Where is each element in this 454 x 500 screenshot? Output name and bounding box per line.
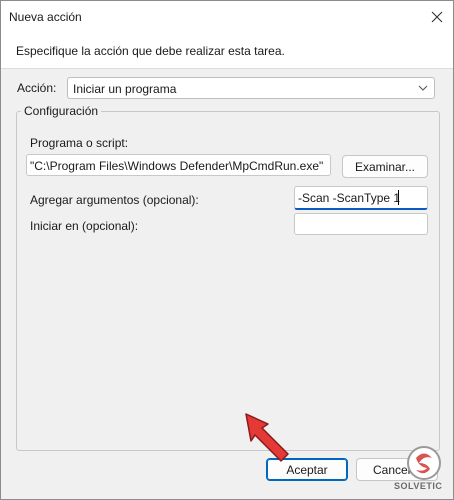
program-input-value: "C:\Program Files\Windows Defender\MpCmd…	[30, 159, 324, 173]
window-title: Nueva acción	[9, 10, 82, 24]
arguments-input[interactable]: -Scan -ScanType 1	[294, 186, 428, 210]
dialog-window: Nueva acción Especifique la acción que d…	[0, 0, 454, 500]
arguments-input-value: -Scan -ScanType 1	[298, 191, 401, 205]
program-label: Programa o script:	[30, 136, 129, 150]
start-in-label: Iniciar en (opcional):	[30, 219, 139, 233]
action-label: Acción:	[17, 81, 57, 95]
pointer-arrow-icon	[245, 413, 289, 462]
watermark-text: SOLVETIC	[394, 481, 443, 491]
title-bar: Nueva acción	[1, 1, 453, 33]
instruction-text: Especifique la acción que debe realizar …	[16, 44, 285, 58]
browse-button[interactable]: Examinar...	[342, 155, 428, 178]
close-icon	[431, 11, 443, 23]
action-select-value: Iniciar un programa	[73, 82, 177, 96]
arguments-label: Agregar argumentos (opcional):	[30, 193, 199, 207]
start-in-input[interactable]	[294, 213, 428, 235]
instruction-panel: Especifique la acción que debe realizar …	[1, 33, 453, 69]
browse-button-label: Examinar...	[354, 159, 416, 174]
settings-group-legend: Configuración	[21, 104, 102, 118]
action-select[interactable]: Iniciar un programa	[67, 77, 435, 99]
chevron-down-icon	[418, 85, 428, 91]
program-input[interactable]: "C:\Program Files\Windows Defender\MpCmd…	[26, 154, 331, 176]
close-button[interactable]	[425, 5, 449, 29]
text-caret	[398, 190, 399, 205]
